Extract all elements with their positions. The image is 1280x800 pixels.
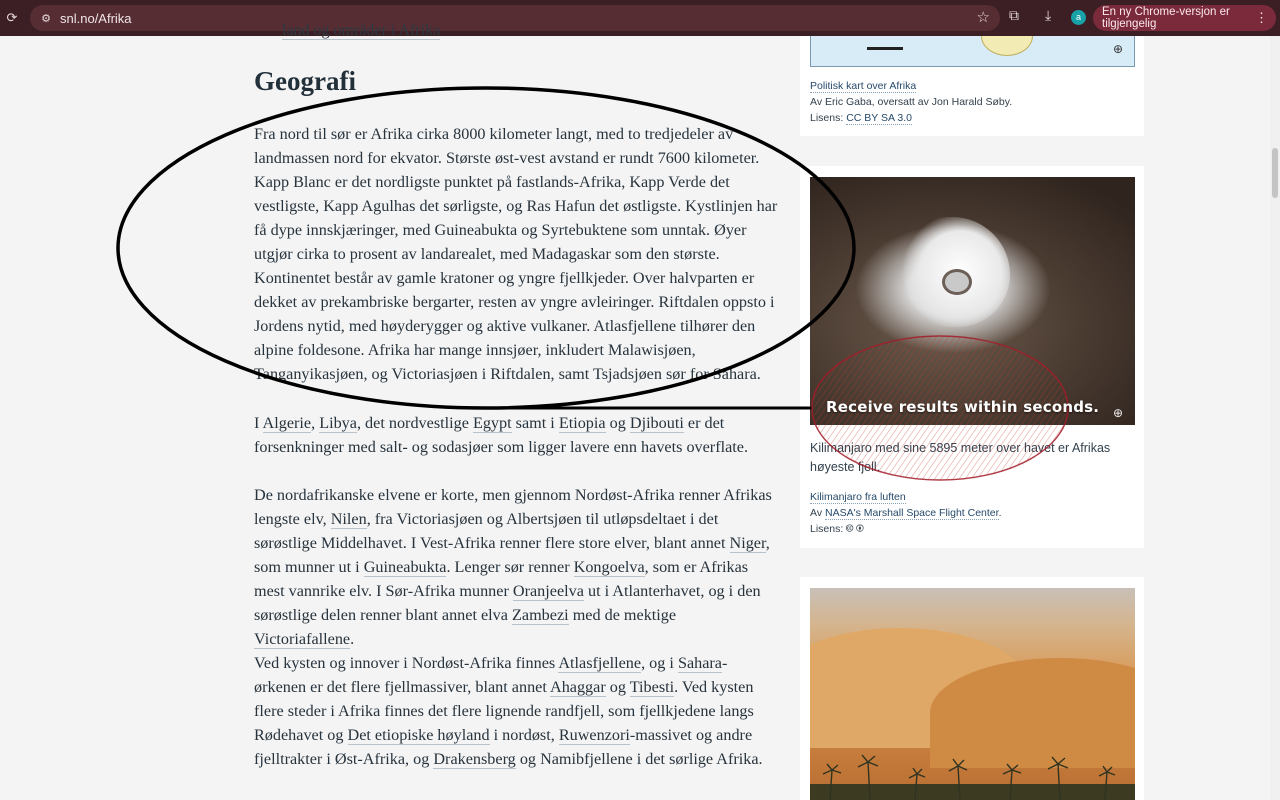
africa-political-map-image[interactable] xyxy=(810,36,1135,67)
link-libya[interactable]: Libya xyxy=(319,414,357,433)
byline-suffix: . xyxy=(998,507,1002,519)
link-ruwenzori[interactable]: Ruwenzori xyxy=(558,726,630,745)
text: og xyxy=(605,414,630,432)
zoom-icon[interactable]: ⊕ xyxy=(1113,406,1127,420)
address-bar[interactable]: ⚙ snl.no/Afrika ☆ xyxy=(30,5,1000,31)
license-label: Lisens: xyxy=(810,112,847,124)
link-guineabukta[interactable]: Guineabukta xyxy=(363,558,447,577)
desert-card xyxy=(800,577,1144,800)
paragraph-4: Ved kysten og innover i Nordøst-Afrika f… xyxy=(254,651,779,771)
download-icon[interactable]: ⤓ xyxy=(1045,8,1051,24)
palm-trees xyxy=(810,754,1135,800)
link-ahaggar[interactable]: Ahaggar xyxy=(550,678,606,697)
text: , og i xyxy=(641,654,678,672)
paragraph-3: De nordafrikanske elvene er korte, men g… xyxy=(254,483,779,651)
extensions-icon[interactable]: ⧉ xyxy=(1009,8,1019,24)
text: , det nordvestlige xyxy=(356,414,473,432)
crater xyxy=(942,269,972,295)
profile-avatar[interactable]: a xyxy=(1071,10,1086,25)
browser-toolbar: ⟳ ⚙ snl.no/Afrika ☆ ⧉ ⤓ a En ny Chrome-v… xyxy=(0,0,1280,36)
link-nilen[interactable]: Nilen xyxy=(330,510,367,529)
link-sahara[interactable]: Sahara xyxy=(677,654,722,673)
text: og xyxy=(605,678,630,696)
text: , xyxy=(311,414,320,432)
kili-title: Kilimanjaro fra luften xyxy=(810,489,906,505)
link-niger[interactable]: Niger xyxy=(729,534,766,553)
link-algerie[interactable]: Algerie xyxy=(262,414,312,433)
previous-line-fragment: land og områder i Afrika xyxy=(282,22,441,40)
license-label: Lisens: xyxy=(810,523,847,535)
link-license[interactable]: CC BY SA 3.0 xyxy=(846,112,912,125)
map-caption-title: Politisk kart over Afrika xyxy=(810,78,917,94)
section-heading: Geografi xyxy=(254,66,356,96)
kili-license: Lisens: 🅭 🅯 xyxy=(810,521,863,537)
zoom-icon[interactable]: ⊕ xyxy=(1113,42,1127,56)
bookmark-star-icon[interactable]: ☆ xyxy=(977,8,990,26)
text: . xyxy=(350,630,355,648)
link-etiopiske-hoyland[interactable]: Det etiopiske høyland xyxy=(347,726,490,745)
kilimanjaro-card: ⊕ Kilimanjaro med sine 5895 meter over h… xyxy=(800,166,1144,548)
kili-byline: Av NASA's Marshall Space Flight Center. xyxy=(810,505,1001,521)
map-license: Lisens: CC BY SA 3.0 xyxy=(810,110,912,126)
promo-overlay-text: Receive results within seconds. xyxy=(826,398,1100,416)
map-card: ⊕ Politisk kart over Afrika Av Eric Gaba… xyxy=(800,36,1144,136)
text: samt i xyxy=(511,414,559,432)
link-politisk-kart[interactable]: Politisk kart over Afrika xyxy=(810,80,917,93)
map-landmass xyxy=(981,36,1033,56)
link-djibouti[interactable]: Djibouti xyxy=(629,414,684,433)
sahara-desert-image[interactable] xyxy=(810,588,1135,800)
text: og Namibfjellene i det sørlige Afrika. xyxy=(515,750,763,768)
link-drakensberg[interactable]: Drakensberg xyxy=(433,750,516,769)
update-label: En ny Chrome-versjon er tilgjengelig xyxy=(1102,6,1230,30)
link-egypt[interactable]: Egypt xyxy=(472,414,512,433)
link-oranjeelva[interactable]: Oranjeelva xyxy=(512,582,584,601)
paragraph-1: Fra nord til sør er Afrika cirka 8000 ki… xyxy=(254,122,779,386)
byline-prefix: Av xyxy=(810,507,825,519)
link-etiopia[interactable]: Etiopia xyxy=(558,414,606,433)
kilimanjaro-caption: Kilimanjaro med sine 5895 meter over hav… xyxy=(810,441,1111,474)
map-byline: Av Eric Gaba, oversatt av Jon Harald Søb… xyxy=(810,96,1013,108)
link-kilimanjaro-fra-luften[interactable]: Kilimanjaro fra luften xyxy=(810,491,906,504)
link-victoriafallene[interactable]: Victoriafallene xyxy=(254,630,351,649)
url-text[interactable]: snl.no/Afrika xyxy=(60,11,132,26)
paragraph-text: Fra nord til sør er Afrika cirka 8000 ki… xyxy=(254,125,778,383)
site-settings-icon[interactable]: ⚙ xyxy=(36,12,56,25)
kilimanjaro-image[interactable] xyxy=(810,177,1135,425)
text: i nordøst, xyxy=(489,726,559,744)
link-tibesti[interactable]: Tibesti xyxy=(629,678,675,697)
text: I xyxy=(254,414,263,432)
text: med de mektige xyxy=(568,606,677,624)
map-scale-bar xyxy=(867,47,903,50)
more-menu-icon[interactable]: ⋮ xyxy=(1255,10,1268,26)
link-zambezi[interactable]: Zambezi xyxy=(512,606,569,625)
link-kongoelva[interactable]: Kongoelva xyxy=(573,558,645,577)
cc-license-icons[interactable]: 🅭 🅯 xyxy=(846,522,863,535)
link-nasa[interactable]: NASA's Marshall Space Flight Center xyxy=(824,507,999,520)
paragraph-2: I Algerie, Libya, det nordvestlige Egypt… xyxy=(254,411,779,459)
text: Ved kysten og innover i Nordøst-Afrika f… xyxy=(254,654,559,672)
chrome-update-button[interactable]: En ny Chrome-versjon er tilgjengelig ⋮ xyxy=(1093,5,1276,31)
link-atlasfjellene[interactable]: Atlasfjellene xyxy=(558,654,642,673)
link-land-og-omrader[interactable]: land og områder i Afrika xyxy=(282,22,441,40)
scrollbar-thumb[interactable] xyxy=(1272,148,1278,198)
reload-icon[interactable]: ⟳ xyxy=(0,11,24,26)
text: . Lenger sør renner xyxy=(446,558,574,576)
